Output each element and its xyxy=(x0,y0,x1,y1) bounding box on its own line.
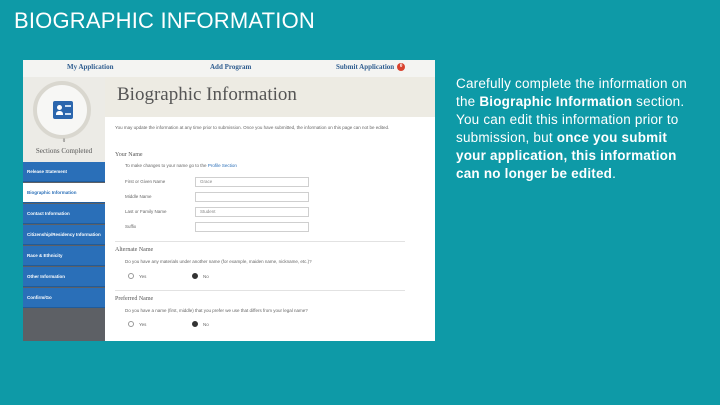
preferred-name-yes-label: Yes xyxy=(139,322,147,327)
progress-ring xyxy=(33,81,91,139)
nav-submit-application[interactable]: Submit Application 0 xyxy=(336,63,406,72)
profile-section-link[interactable]: Profile Section xyxy=(208,163,237,168)
alternate-name-no-label: No xyxy=(203,274,209,279)
hint-text: To make changes to your name go to the xyxy=(125,163,208,168)
slide-title: BIOGRAPHIC INFORMATION xyxy=(14,8,316,33)
progress-panel: 0 Sections Completed xyxy=(23,77,105,162)
sidebar-item-contact-information[interactable]: Contact Information xyxy=(23,204,105,224)
your-name-hint: To make changes to your name go to the P… xyxy=(125,163,237,168)
nav-my-application[interactable]: My Application xyxy=(67,63,113,71)
sections-completed-count: 0 xyxy=(62,139,66,144)
submit-badge: 0 xyxy=(397,63,406,72)
alternate-name-heading: Alternate Name xyxy=(115,247,154,253)
sidebar-item-release-statement[interactable]: Release Statement xyxy=(23,162,105,182)
sidebar-item-confirm[interactable]: Confirm/Go xyxy=(23,288,105,308)
page-header: Biographic Information xyxy=(105,77,435,117)
first-name-label: First or Given Name xyxy=(125,179,166,184)
sidebar-item-citizenship[interactable]: Citizenship/Residency Information xyxy=(23,225,105,245)
sidebar-item-race-ethnicity[interactable]: Race & Ethnicity xyxy=(23,246,105,266)
preferred-name-no-radio[interactable] xyxy=(192,321,198,327)
sidebar-item-biographic-information[interactable]: Biographic Information xyxy=(23,183,105,203)
page-title: Biographic Information xyxy=(117,84,297,105)
instructions-text: Carefully complete the information on th… xyxy=(456,75,696,183)
preferred-name-heading: Preferred Name xyxy=(115,296,154,302)
last-name-input[interactable]: Student xyxy=(195,207,309,217)
edit-note: You may update the information at any ti… xyxy=(115,125,390,130)
divider xyxy=(115,290,405,291)
submit-application-label: Submit Application xyxy=(336,63,395,71)
first-name-input[interactable]: Grace xyxy=(195,177,309,187)
suffix-input[interactable] xyxy=(195,222,309,232)
top-navigation: My Application Add Program Submit Applic… xyxy=(23,60,435,78)
suffix-label: Suffix xyxy=(125,224,137,229)
alternate-name-question: Do you have any materials under another … xyxy=(125,259,312,264)
id-card-icon xyxy=(53,101,73,119)
alternate-name-yes-radio[interactable] xyxy=(128,273,134,279)
sections-completed-label: Sections Completed xyxy=(35,147,93,155)
application-screenshot: My Application Add Program Submit Applic… xyxy=(23,60,435,341)
nav-add-program[interactable]: Add Program xyxy=(210,63,251,71)
preferred-name-question: Do you have a name (first, middle) that … xyxy=(125,308,308,313)
alternate-name-yes-label: Yes xyxy=(139,274,147,279)
middle-name-label: Middle Name xyxy=(125,194,152,199)
instructions-part: . xyxy=(612,166,617,181)
your-name-heading: Your Name xyxy=(115,152,143,158)
middle-name-input[interactable] xyxy=(195,192,309,202)
last-name-label: Last or Family Name xyxy=(125,209,167,214)
alternate-name-no-radio[interactable] xyxy=(192,273,198,279)
main-content: Biographic Information You may update th… xyxy=(105,77,435,341)
sidebar-item-other-information[interactable]: Other Information xyxy=(23,267,105,287)
preferred-name-no-label: No xyxy=(203,322,209,327)
instructions-bold: Biographic Information xyxy=(479,94,633,109)
divider xyxy=(115,241,405,242)
sidebar: 0 Sections Completed Release Statement B… xyxy=(23,77,105,341)
preferred-name-yes-radio[interactable] xyxy=(128,321,134,327)
